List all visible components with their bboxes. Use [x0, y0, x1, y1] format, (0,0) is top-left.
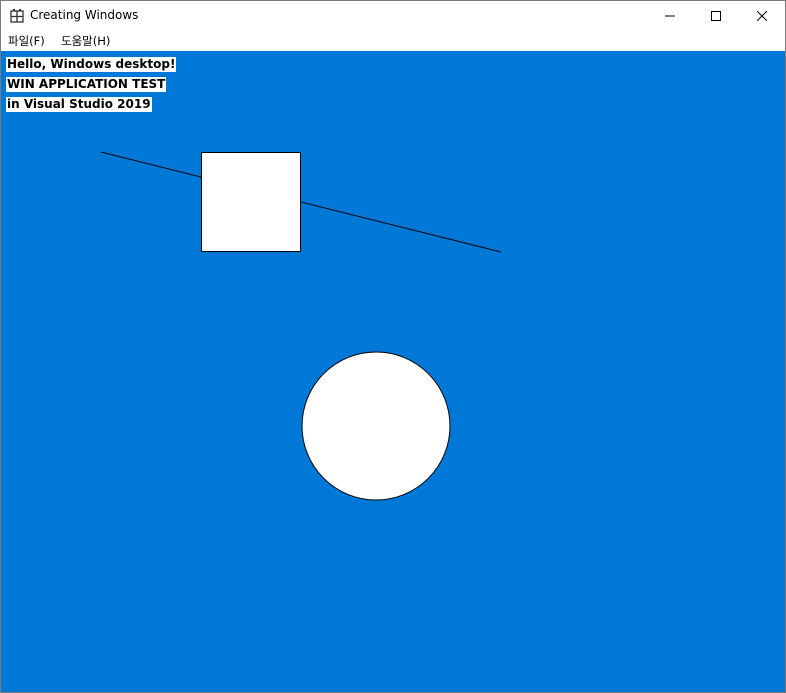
maximize-button[interactable]: [693, 1, 739, 31]
close-icon: [757, 11, 767, 21]
white-square: [201, 152, 301, 252]
client-area[interactable]: Hello, Windows desktop! WIN APPLICATION …: [1, 51, 785, 692]
menu-bar: 파일(F) 도움말(H): [1, 31, 785, 50]
title-bar[interactable]: Creating Windows: [1, 1, 785, 31]
text-line-3: in Visual Studio 2019: [6, 97, 152, 112]
text-line-2: WIN APPLICATION TEST: [6, 77, 167, 92]
app-grid-icon: [10, 9, 24, 23]
minimize-icon: [665, 15, 675, 17]
close-button[interactable]: [739, 1, 785, 31]
app-window: Creating Windows 파일(F) 도움말(H) Hello, Win…: [0, 0, 786, 693]
menu-help[interactable]: 도움말(H): [61, 33, 110, 49]
window-title: Creating Windows: [30, 8, 139, 22]
maximize-icon: [711, 11, 721, 21]
white-circle: [301, 351, 451, 501]
menu-file[interactable]: 파일(F): [8, 33, 45, 49]
drawing-canvas: [100, 151, 502, 501]
minimize-button[interactable]: [647, 1, 693, 31]
text-line-1: Hello, Windows desktop!: [6, 57, 177, 72]
